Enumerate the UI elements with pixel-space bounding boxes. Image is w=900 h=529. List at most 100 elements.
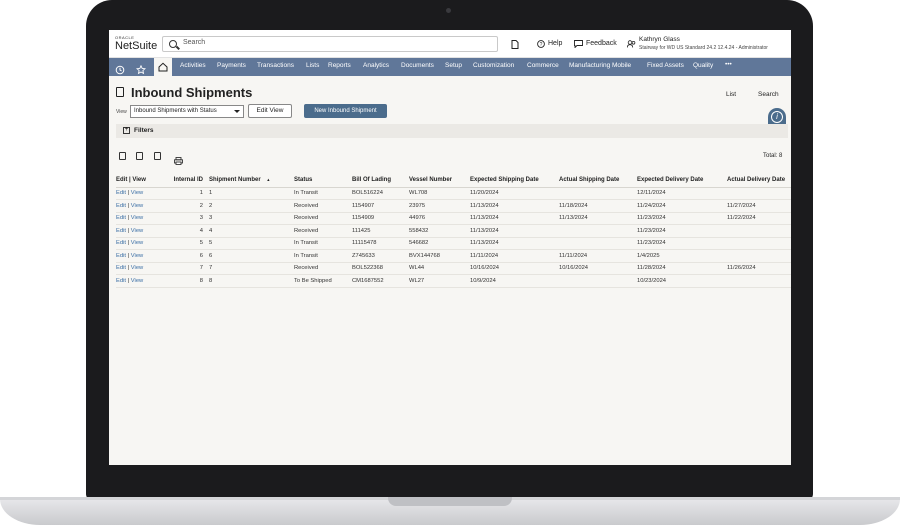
header-vessel-number[interactable]: Vessel Number bbox=[409, 174, 470, 188]
cell-expected-delivery-date: 11/23/2024 bbox=[637, 224, 727, 238]
cell-internal-id: 2 bbox=[165, 199, 209, 213]
global-search-input[interactable]: Search bbox=[162, 36, 498, 52]
nav-payments[interactable]: Payments bbox=[217, 62, 246, 69]
nav-transactions[interactable]: Transactions bbox=[257, 62, 294, 69]
cell-expected-shipping-date: 11/13/2024 bbox=[470, 237, 559, 250]
view-link[interactable]: View bbox=[131, 190, 143, 196]
cell-status: In Transit bbox=[294, 237, 352, 250]
user-role[interactable]: Stairway for WD US Standard 24.2 12.4.24… bbox=[639, 45, 768, 51]
table-row: Edit | View 7 7 Received BOL522368 WL44 10/16/… bbox=[116, 262, 791, 275]
recent-history-icon[interactable] bbox=[115, 62, 125, 80]
link-separator: | bbox=[127, 252, 130, 259]
cell-bill-of-lading: BOL522368 bbox=[352, 262, 409, 275]
view-link[interactable]: View bbox=[131, 215, 143, 221]
view-link[interactable]: View bbox=[131, 265, 143, 271]
laptop-notch bbox=[388, 497, 512, 506]
table-row: Edit | View 3 3 Received 1154909 44976 11/13/2… bbox=[116, 212, 791, 225]
cell-expected-shipping-date: 11/13/2024 bbox=[470, 224, 559, 238]
print-icon[interactable] bbox=[174, 152, 183, 170]
new-inbound-shipment-button[interactable]: New Inbound Shipment bbox=[304, 104, 387, 118]
nav-home-tab[interactable] bbox=[154, 58, 172, 76]
view-select[interactable]: Inbound Shipments with Status bbox=[130, 105, 244, 118]
nav-manufacturing-mobile[interactable]: Manufacturing Mobile bbox=[569, 62, 631, 69]
cell-vessel-number: 23975 bbox=[409, 199, 470, 213]
row-actions: Edit | View bbox=[116, 249, 165, 263]
export-excel-icon[interactable] bbox=[136, 152, 143, 160]
nav-customization[interactable]: Customization bbox=[473, 62, 514, 69]
header-status[interactable]: Status bbox=[294, 174, 352, 188]
list-link[interactable]: List bbox=[726, 91, 736, 98]
cell-shipment-number: 8 bbox=[209, 274, 294, 288]
cell-vessel-number: WL708 bbox=[409, 187, 470, 200]
feedback-icon[interactable] bbox=[574, 40, 583, 50]
cell-vessel-number: WL27 bbox=[409, 274, 470, 288]
view-link[interactable]: View bbox=[131, 240, 143, 246]
cell-internal-id: 6 bbox=[165, 249, 209, 263]
edit-link[interactable]: Edit bbox=[116, 253, 126, 259]
row-actions: Edit | View bbox=[116, 199, 165, 213]
nav-fixed-assets[interactable]: Fixed Assets bbox=[647, 62, 684, 69]
shipments-table: Edit | View Internal ID Shipment Number … bbox=[116, 174, 791, 288]
expand-filters-icon[interactable]: + bbox=[123, 127, 130, 134]
view-link[interactable]: View bbox=[131, 253, 143, 259]
user-name[interactable]: Kathryn Glass bbox=[639, 36, 680, 43]
header-actual-delivery-date[interactable]: Actual Delivery Date bbox=[727, 174, 791, 188]
edit-view-button[interactable]: Edit View bbox=[248, 104, 292, 118]
cell-shipment-number: 3 bbox=[209, 212, 294, 225]
nav-quality[interactable]: Quality bbox=[693, 62, 713, 69]
user-roles-icon[interactable] bbox=[626, 40, 636, 50]
nav-analytics[interactable]: Analytics bbox=[363, 62, 389, 69]
header-shipment-number[interactable]: Shipment Number ▲ bbox=[209, 174, 294, 188]
cell-shipment-number: 7 bbox=[209, 262, 294, 275]
edit-link[interactable]: Edit bbox=[116, 228, 126, 234]
cell-bill-of-lading: 111425 bbox=[352, 224, 409, 238]
cell-status: In Transit bbox=[294, 187, 352, 200]
cell-actual-delivery-date: 11/26/2024 bbox=[727, 262, 791, 275]
header-expected-delivery-date[interactable]: Expected Delivery Date bbox=[637, 174, 727, 188]
edit-link[interactable]: Edit bbox=[116, 265, 126, 271]
feedback-link[interactable]: Feedback bbox=[586, 40, 617, 47]
header-actual-shipping-date[interactable]: Actual Shipping Date bbox=[559, 174, 637, 188]
filters-bar[interactable]: + Filters bbox=[116, 124, 788, 138]
edit-link[interactable]: Edit bbox=[116, 278, 126, 284]
nav-activities[interactable]: Activities bbox=[180, 62, 206, 69]
nav-commerce[interactable]: Commerce bbox=[527, 62, 559, 69]
row-actions: Edit | View bbox=[116, 262, 165, 275]
nav-lists[interactable]: Lists bbox=[306, 62, 319, 69]
nav-documents[interactable]: Documents bbox=[401, 62, 434, 69]
edit-link[interactable]: Edit bbox=[116, 203, 126, 209]
nav-more-icon[interactable]: ••• bbox=[725, 61, 732, 68]
help-link[interactable]: Help bbox=[548, 40, 562, 47]
header-internal-id[interactable]: Internal ID bbox=[165, 174, 209, 188]
edit-link[interactable]: Edit bbox=[116, 215, 126, 221]
cell-status: In Transit bbox=[294, 249, 352, 263]
header-bill-of-lading[interactable]: Bill Of Lading bbox=[352, 174, 409, 188]
view-label: View bbox=[116, 109, 127, 115]
netsuite-logo[interactable]: ORACLE NetSuite bbox=[115, 35, 157, 52]
cell-actual-delivery-date bbox=[727, 237, 791, 250]
webcam bbox=[446, 8, 451, 13]
svg-text:?: ? bbox=[540, 42, 543, 48]
export-pdf-icon[interactable] bbox=[154, 152, 161, 160]
recent-records-icon[interactable] bbox=[511, 40, 519, 51]
header-expected-shipping-date[interactable]: Expected Shipping Date bbox=[470, 174, 559, 188]
edit-link[interactable]: Edit bbox=[116, 240, 126, 246]
view-link[interactable]: View bbox=[131, 203, 143, 209]
filters-label[interactable]: Filters bbox=[134, 127, 154, 134]
cell-expected-delivery-date: 11/24/2024 bbox=[637, 199, 727, 213]
edit-link[interactable]: Edit bbox=[116, 190, 126, 196]
help-icon[interactable]: ? bbox=[537, 40, 545, 50]
favorites-star-icon[interactable] bbox=[135, 62, 147, 80]
nav-setup[interactable]: Setup bbox=[445, 62, 462, 69]
view-link[interactable]: View bbox=[131, 228, 143, 234]
cell-expected-delivery-date: 12/11/2024 bbox=[637, 187, 727, 200]
search-link[interactable]: Search bbox=[758, 91, 779, 98]
nav-reports[interactable]: Reports bbox=[328, 62, 351, 69]
view-link[interactable]: View bbox=[131, 278, 143, 284]
chevron-down-icon[interactable] bbox=[234, 110, 240, 113]
sort-ascending-icon[interactable]: ▲ bbox=[266, 177, 270, 182]
export-csv-icon[interactable] bbox=[119, 152, 126, 160]
link-separator: | bbox=[127, 202, 130, 209]
cell-expected-shipping-date: 11/11/2024 bbox=[470, 249, 559, 263]
cell-shipment-number: 2 bbox=[209, 199, 294, 213]
